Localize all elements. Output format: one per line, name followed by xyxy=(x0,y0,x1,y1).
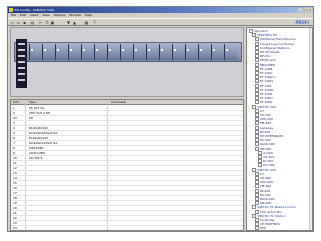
maximize-button[interactable]: □ xyxy=(303,8,307,12)
column-header-slot[interactable]: Slot xyxy=(13,100,19,105)
new-icon[interactable]: ▫ xyxy=(10,20,15,25)
slot-cell: 24 xyxy=(13,226,17,230)
cut-icon[interactable]: ✂ xyxy=(38,20,43,25)
column-header-comment[interactable]: Comment xyxy=(111,100,126,105)
catalog-icon[interactable]: ▦ xyxy=(84,20,89,25)
table-header: Slot Type Comment xyxy=(11,100,243,105)
catalog-scrollbar[interactable] xyxy=(309,28,312,230)
app-window: HW Config - [SIMATIC 300] _ □ × File Edi… xyxy=(7,6,314,232)
rack-view xyxy=(10,27,244,97)
rack-slot[interactable] xyxy=(81,44,94,60)
rack-slot[interactable] xyxy=(185,44,198,60)
save-icon[interactable]: ▪ xyxy=(22,20,27,25)
rack-slot[interactable] xyxy=(159,44,172,60)
rack-slot[interactable] xyxy=(198,44,211,60)
rack-slot[interactable] xyxy=(120,44,133,60)
download-icon[interactable]: ▼ xyxy=(66,20,71,25)
close-button[interactable]: × xyxy=(308,8,312,12)
upload-icon[interactable]: ▲ xyxy=(72,20,77,25)
app-icon xyxy=(9,8,13,12)
rack-slot[interactable] xyxy=(94,44,107,60)
rack-slot[interactable] xyxy=(146,44,159,60)
window-title: HW Config - [SIMATIC 300] xyxy=(14,8,54,12)
open-icon[interactable]: ▭ xyxy=(16,20,21,25)
column-header-type[interactable]: Type xyxy=(29,100,36,105)
rack-slot[interactable] xyxy=(55,44,68,60)
rack-slot[interactable] xyxy=(107,44,120,60)
rack-slot[interactable] xyxy=(42,44,55,60)
expand-icon[interactable] xyxy=(255,226,259,230)
rack-slot[interactable] xyxy=(224,44,237,60)
rack-slot[interactable] xyxy=(211,44,224,60)
rack-slot[interactable] xyxy=(133,44,146,60)
module-table: Slot Type Comment 1 PS 307 5A 2 CPU 315-2 D… xyxy=(10,99,244,231)
toolbar: ▫ ▭ ▪ ▤ ✂ ❐ ▣ ▼ ▲ ▦ ? PROFI xyxy=(8,18,313,26)
rack-slot[interactable] xyxy=(172,44,185,60)
catalog-item-label: HMI xyxy=(260,226,266,231)
help-icon[interactable]: ? xyxy=(92,20,97,25)
rack-slot[interactable] xyxy=(68,44,81,60)
copy-icon[interactable]: ❐ xyxy=(44,20,49,25)
brand-logo: PROFI xyxy=(295,20,309,25)
cpu-module[interactable] xyxy=(16,39,27,88)
minimize-button[interactable]: _ xyxy=(298,8,302,12)
catalog-tree-item[interactable]: HMI xyxy=(255,226,266,230)
table-row[interactable]: 24 xyxy=(11,226,243,230)
print-icon[interactable]: ▤ xyxy=(30,20,35,25)
hardware-catalog: Standard PROFIBUS DP Additional Field Devi… xyxy=(246,27,313,231)
paste-icon[interactable]: ▣ xyxy=(50,20,55,25)
rack-slot[interactable] xyxy=(29,44,42,60)
